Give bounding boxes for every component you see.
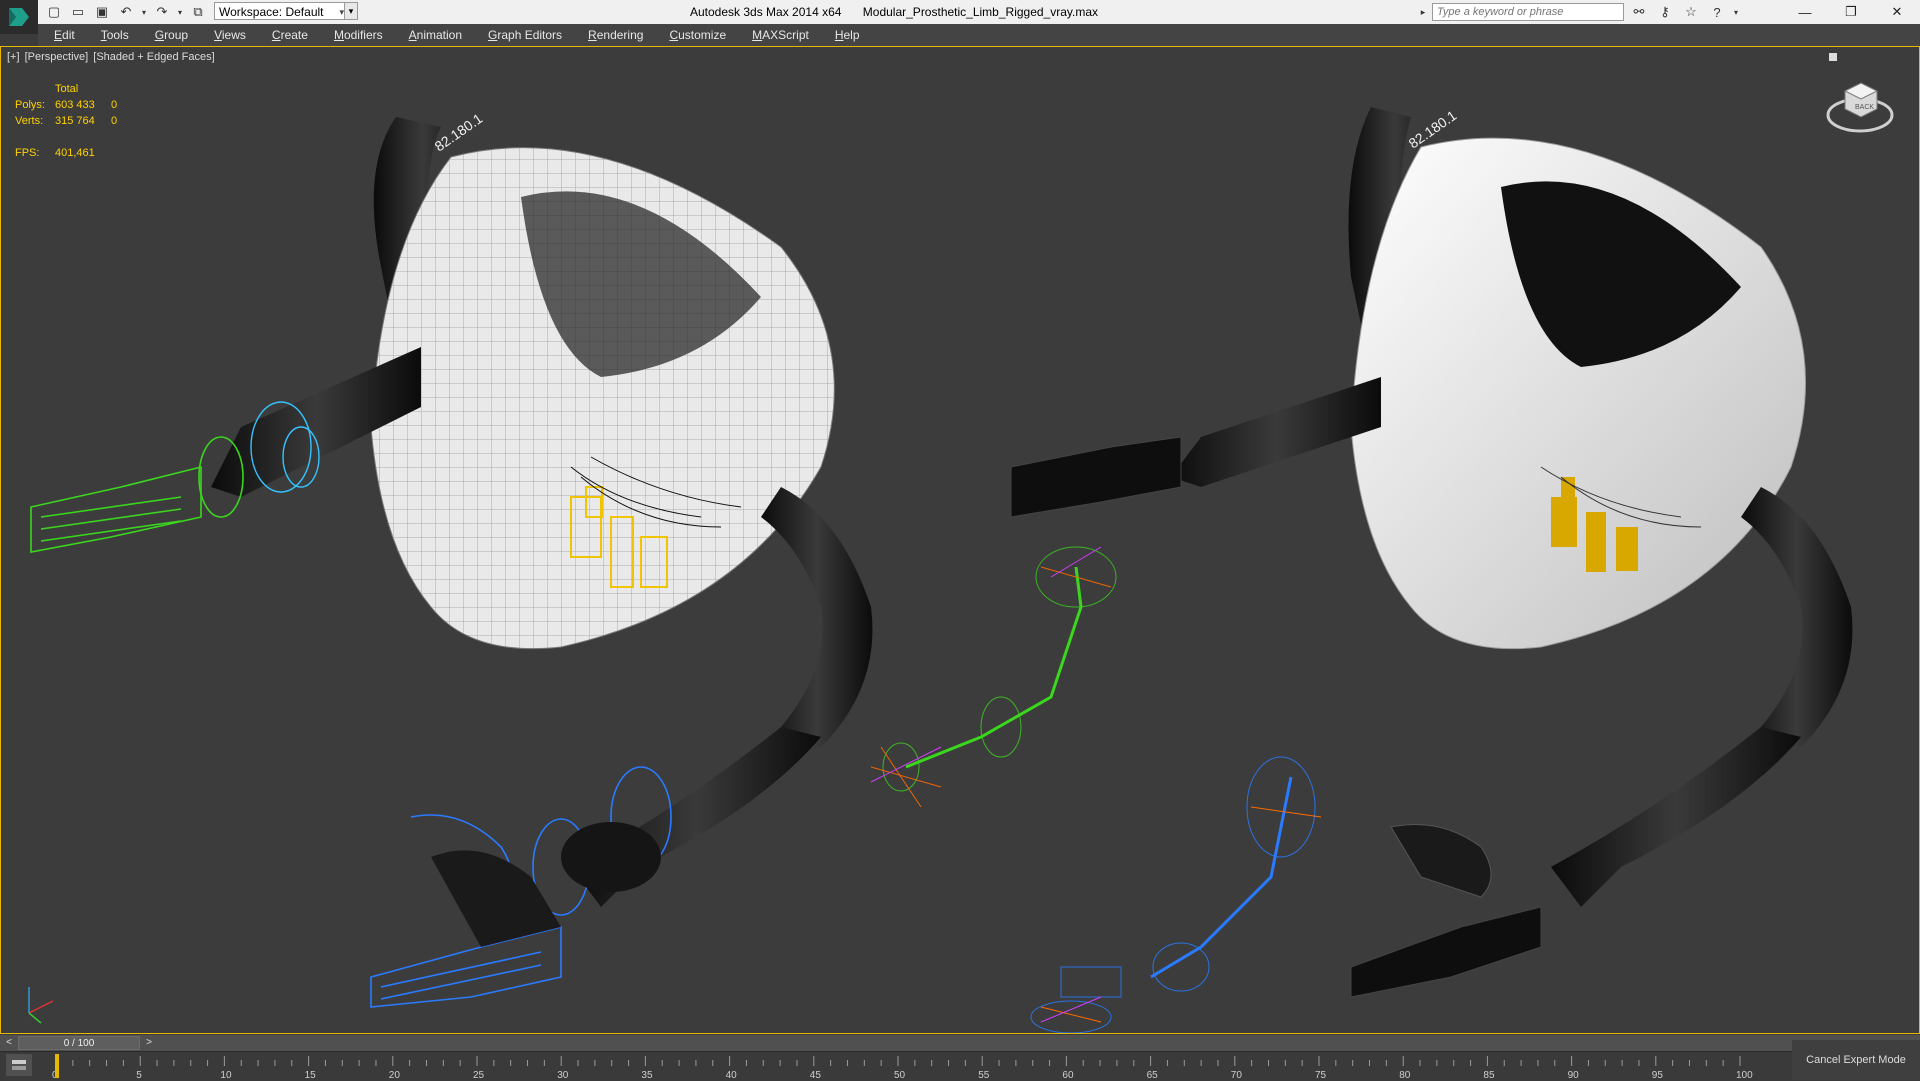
binoculars-icon[interactable]: ⚯	[1628, 2, 1650, 22]
track-tick-label: 85	[1483, 1070, 1495, 1081]
menu-customize[interactable]: Customize	[656, 24, 739, 46]
viewcube[interactable]: BACK	[1823, 69, 1897, 143]
rig-skeleton[interactable]	[870, 546, 1322, 1033]
scene-canvas: 82.180.1 82.180.1	[28, 53, 1853, 1033]
menu-create[interactable]: Create	[259, 24, 321, 46]
viewcube-face-label: BACK	[1855, 104, 1874, 111]
workspace-dropdown[interactable]: Workspace: Default ▾	[214, 2, 348, 20]
axis-tripod-icon	[28, 987, 54, 1024]
undo-dropdown-icon[interactable]: ▾	[140, 2, 148, 22]
help-icon[interactable]: ?	[1706, 2, 1728, 22]
title-bar: ▢ ▭ ▣ ↶ ▾ ↷ ▾ ⧉ Workspace: Default ▾ ▾ A…	[0, 0, 1920, 34]
track-bar[interactable]: 0 5 10 15 20 25 30 35 40 45 50 55 60 65 70 75 80 85 90 95 10…	[0, 1051, 1920, 1081]
workspace-label: Workspace: Default	[219, 5, 324, 19]
favorites-star-icon[interactable]: ☆	[1680, 2, 1702, 22]
close-icon[interactable]: ✕	[1874, 0, 1920, 24]
redo-icon[interactable]: ↷	[152, 2, 172, 22]
track-tick-label: 75	[1315, 1070, 1327, 1081]
track-tick-label: 25	[473, 1070, 485, 1081]
frame-display: 0 / 100	[63, 1038, 95, 1049]
mini-listener-icon[interactable]	[6, 1054, 32, 1076]
track-tick-label: 30	[557, 1070, 569, 1081]
track-tick-label: 65	[1147, 1070, 1159, 1081]
track-tick-label: 100	[1736, 1070, 1753, 1081]
window-controls: — ❐ ✕	[1782, 0, 1920, 24]
menu-graph-editors[interactable]: Graph Editors	[475, 24, 575, 46]
window-title: Autodesk 3ds Max 2014 x64 Modular_Prosth…	[690, 0, 1116, 24]
restore-icon[interactable]: ❐	[1828, 0, 1874, 24]
track-tick-label: 70	[1231, 1070, 1243, 1081]
time-slider-thumb[interactable]: 0 / 100	[18, 1036, 140, 1050]
track-tick-label: 5	[136, 1070, 142, 1081]
menu-tools[interactable]: Tools	[88, 24, 142, 46]
menu-bar: Edit Tools Group Views Create Modifiers …	[38, 24, 1920, 46]
next-frame-button[interactable]: >	[142, 1035, 156, 1051]
track-tick-label: 15	[305, 1070, 317, 1081]
menu-modifiers[interactable]: Modifiers	[321, 24, 396, 46]
cancel-expert-mode-label: Cancel Expert Mode	[1806, 1054, 1906, 1066]
quick-access-customize-icon[interactable]: ▾	[344, 2, 358, 20]
menu-group[interactable]: Group	[142, 24, 201, 46]
track-tick-label: 80	[1399, 1070, 1411, 1081]
perspective-viewport[interactable]: [+] [Perspective] [Shaded + Edged Faces]…	[0, 46, 1920, 1034]
3dsmax-logo-icon	[9, 8, 29, 26]
menu-rendering[interactable]: Rendering	[575, 24, 656, 46]
open-icon[interactable]: ▭	[68, 2, 88, 22]
minimize-icon[interactable]: —	[1782, 0, 1828, 24]
search-input[interactable]	[1432, 3, 1624, 21]
menu-views[interactable]: Views	[201, 24, 259, 46]
time-slider[interactable]: < 0 / 100 >	[0, 1035, 1920, 1051]
infocenter: ▸ ⚯ ⚷ ☆ ? ▾	[1418, 2, 1740, 22]
menu-maxscript[interactable]: MAXScript	[739, 24, 822, 46]
quick-access-toolbar: ▢ ▭ ▣ ↶ ▾ ↷ ▾ ⧉	[44, 2, 208, 22]
menu-edit[interactable]: Edit	[38, 24, 88, 46]
track-tick-label: 45	[810, 1070, 822, 1081]
decal-text-left: 82.180.1	[432, 110, 486, 154]
track-tick-label: 50	[894, 1070, 906, 1081]
track-tick-label: 95	[1652, 1070, 1664, 1081]
prev-frame-button[interactable]: <	[2, 1035, 16, 1051]
pin-icon[interactable]	[1829, 53, 1837, 61]
track-tick-label: 20	[389, 1070, 401, 1081]
track-tick-label: 35	[641, 1070, 653, 1081]
help-dropdown-icon[interactable]: ▾	[1732, 2, 1740, 22]
shaded-model[interactable]	[1010, 107, 1853, 998]
file-name: Modular_Prosthetic_Limb_Rigged_vray.max	[862, 5, 1099, 19]
search-expand-icon[interactable]: ▸	[1418, 2, 1428, 22]
app-menu-button[interactable]	[0, 0, 38, 34]
track-tick-label: 60	[1062, 1070, 1074, 1081]
menu-animation[interactable]: Animation	[396, 24, 475, 46]
wireframe-model[interactable]	[30, 117, 873, 1008]
track-tick-label: 90	[1568, 1070, 1580, 1081]
menu-help[interactable]: Help	[822, 24, 873, 46]
app-title: Autodesk 3ds Max 2014 x64	[690, 5, 842, 19]
track-ruler: 0 5 10 15 20 25 30 35 40 45 50 55 60 65 70 75 80 85 90 95 10…	[52, 1054, 1753, 1081]
track-tick-label: 40	[726, 1070, 738, 1081]
new-file-icon[interactable]: ▢	[44, 2, 64, 22]
redo-dropdown-icon[interactable]: ▾	[176, 2, 184, 22]
project-folder-icon[interactable]: ⧉	[188, 2, 208, 22]
cancel-expert-mode-button[interactable]: Cancel Expert Mode	[1792, 1040, 1920, 1080]
current-frame-marker[interactable]	[55, 1054, 59, 1078]
undo-icon[interactable]: ↶	[116, 2, 136, 22]
key-icon[interactable]: ⚷	[1654, 2, 1676, 22]
track-tick-label: 10	[220, 1070, 232, 1081]
track-tick-label: 55	[978, 1070, 990, 1081]
save-icon[interactable]: ▣	[92, 2, 112, 22]
